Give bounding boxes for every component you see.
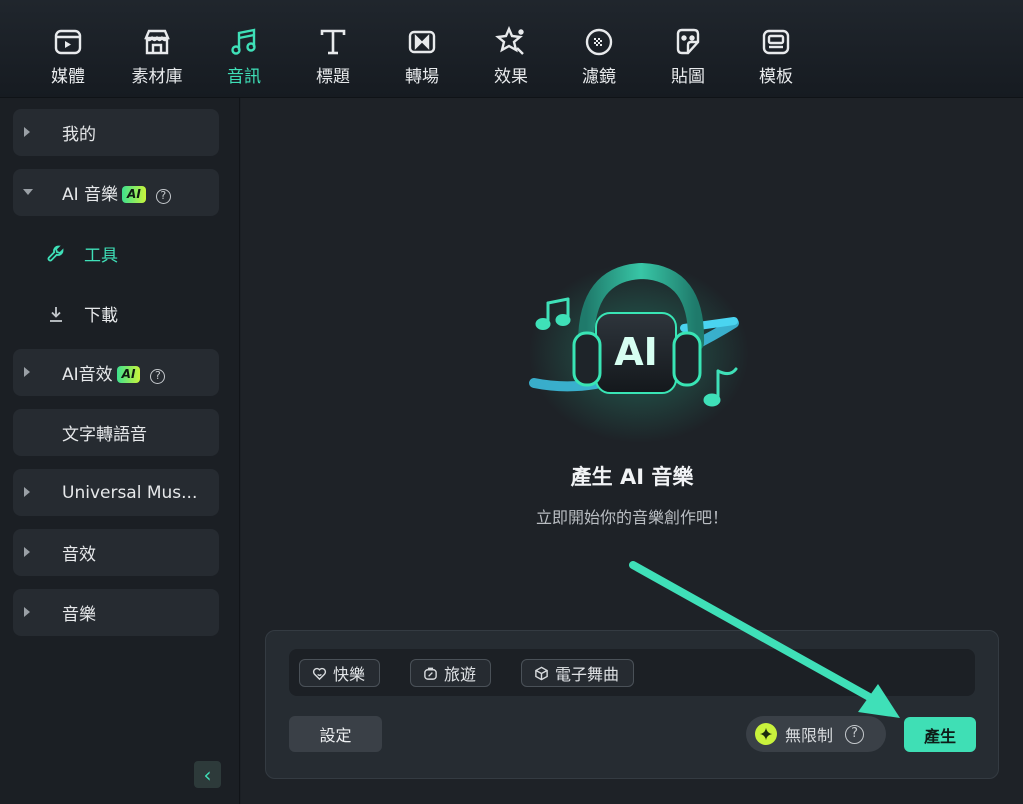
- top-toolbar: 媒體 素材庫 音訊 標題 轉場 效果 濾鏡 貼圖 模板: [0, 0, 1023, 98]
- title-t-icon: [320, 29, 346, 55]
- music-note-icon: [231, 28, 256, 55]
- sidebar: 我的 AI 音樂 AI? 工具 下載 AI音效 AI? 文字轉語音 Universa…: [0, 98, 240, 804]
- sidebar-item-label: AI音效 AI?: [62, 360, 166, 385]
- tab-label: 模板: [759, 67, 793, 87]
- tab-audio[interactable]: 音訊: [209, 26, 279, 90]
- prompt-chip-area[interactable]: 快樂 旅遊 電子舞曲: [289, 649, 975, 696]
- sidebar-item-ai-sfx[interactable]: AI音效 AI?: [13, 349, 219, 396]
- store-icon: [144, 29, 170, 55]
- tab-titles[interactable]: 標題: [298, 26, 368, 90]
- download-icon: [50, 306, 62, 322]
- media-icon: [54, 29, 82, 55]
- caret-right-icon: [24, 547, 30, 557]
- wrench-icon: [47, 245, 64, 261]
- tab-label: 貼圖: [671, 67, 705, 87]
- caret-right-icon: [24, 367, 30, 377]
- sidebar-item-tts[interactable]: 文字轉語音: [13, 409, 219, 456]
- caret-right-icon: [24, 127, 30, 137]
- collapse-sidebar-button[interactable]: ‹: [194, 761, 221, 788]
- template-icon: [762, 29, 790, 55]
- sidebar-item-label: 工具: [84, 246, 118, 266]
- tab-label: 素材庫: [131, 67, 183, 87]
- illustration-ai-text: AI: [614, 330, 658, 374]
- help-icon[interactable]: ?: [150, 369, 166, 384]
- chip-happy[interactable]: 快樂: [299, 659, 381, 687]
- chip-label: 快樂: [333, 665, 366, 684]
- sidebar-item-my[interactable]: 我的: [13, 109, 219, 156]
- sidebar-item-music[interactable]: 音樂: [13, 589, 219, 636]
- ai-headphones-illustration: AI: [529, 262, 749, 443]
- sidebar-item-label: Universal Mus...: [62, 482, 198, 503]
- caret-down-icon: [23, 189, 33, 195]
- ai-badge: AI: [122, 186, 146, 203]
- tab-label: 濾鏡: [582, 67, 616, 87]
- sidebar-item-label: 下載: [84, 306, 118, 326]
- main-area: AI 產生 AI 音樂 立即開始你的音樂創作吧！ 快樂 旅遊 電子舞曲 設定 無…: [241, 98, 1023, 804]
- tab-label: 標題: [316, 67, 350, 87]
- tab-filters[interactable]: 濾鏡: [564, 26, 634, 90]
- sidebar-item-universal-music[interactable]: Universal Mus...: [13, 469, 219, 516]
- sidebar-item-label: AI 音樂 AI?: [62, 180, 171, 205]
- sidebar-item-label: 音樂: [62, 605, 96, 625]
- sidebar-item-label: 我的: [62, 125, 96, 145]
- unlimited-credits-pill[interactable]: 無限制 ?: [746, 716, 886, 752]
- sidebar-item-sfx[interactable]: 音效: [13, 529, 219, 576]
- sidebar-item-download[interactable]: 下載: [46, 301, 118, 326]
- smile-heart-icon: [312, 667, 327, 680]
- sidebar-item-label: 音效: [62, 545, 96, 565]
- tab-label: 效果: [494, 67, 528, 87]
- help-icon[interactable]: ?: [155, 189, 171, 204]
- ai-badge: AI: [116, 366, 141, 383]
- tab-label: 音訊: [227, 67, 261, 87]
- transition-icon: [408, 30, 436, 54]
- effects-star-icon: [495, 26, 524, 55]
- sidebar-item-ai-music[interactable]: AI 音樂 AI?: [13, 169, 219, 216]
- tab-media[interactable]: 媒體: [33, 26, 103, 90]
- settings-button[interactable]: 設定: [289, 716, 382, 752]
- caret-right-icon: [24, 607, 30, 617]
- tab-label: 媒體: [51, 67, 85, 87]
- chip-label: 旅遊: [444, 665, 477, 684]
- tab-templates[interactable]: 模板: [741, 26, 811, 90]
- sparkle-icon: [755, 723, 777, 745]
- page-title: 產生 AI 音樂: [570, 465, 694, 489]
- page-subtitle: 立即開始你的音樂創作吧！: [535, 508, 728, 527]
- ai-sfx-label: AI音效: [62, 365, 113, 385]
- tab-stock[interactable]: 素材庫: [122, 26, 192, 90]
- unlimited-label: 無限制: [785, 726, 834, 745]
- chip-label: 電子舞曲: [555, 665, 620, 684]
- sidebar-item-label: 文字轉語音: [62, 425, 147, 445]
- filter-icon: [585, 28, 613, 56]
- cube-icon: [535, 666, 548, 680]
- caret-right-icon: [24, 487, 30, 497]
- sidebar-item-tools[interactable]: 工具: [46, 241, 118, 266]
- chip-edm[interactable]: 電子舞曲: [521, 659, 635, 687]
- tab-stickers[interactable]: 貼圖: [653, 26, 723, 90]
- generate-button[interactable]: 產生: [904, 717, 976, 752]
- ai-music-label: AI 音樂: [62, 185, 119, 205]
- suitcase-icon: [424, 667, 437, 680]
- chevron-left-icon: ‹: [203, 762, 212, 787]
- generate-panel: 快樂 旅遊 電子舞曲 設定 無限制 ? 產生: [265, 630, 999, 779]
- help-icon[interactable]: ?: [845, 724, 865, 744]
- tab-effects[interactable]: 效果: [476, 26, 546, 90]
- tab-label: 轉場: [405, 67, 439, 87]
- tab-transitions[interactable]: 轉場: [387, 26, 457, 90]
- chip-travel[interactable]: 旅遊: [410, 659, 492, 687]
- sticker-icon: [676, 28, 700, 55]
